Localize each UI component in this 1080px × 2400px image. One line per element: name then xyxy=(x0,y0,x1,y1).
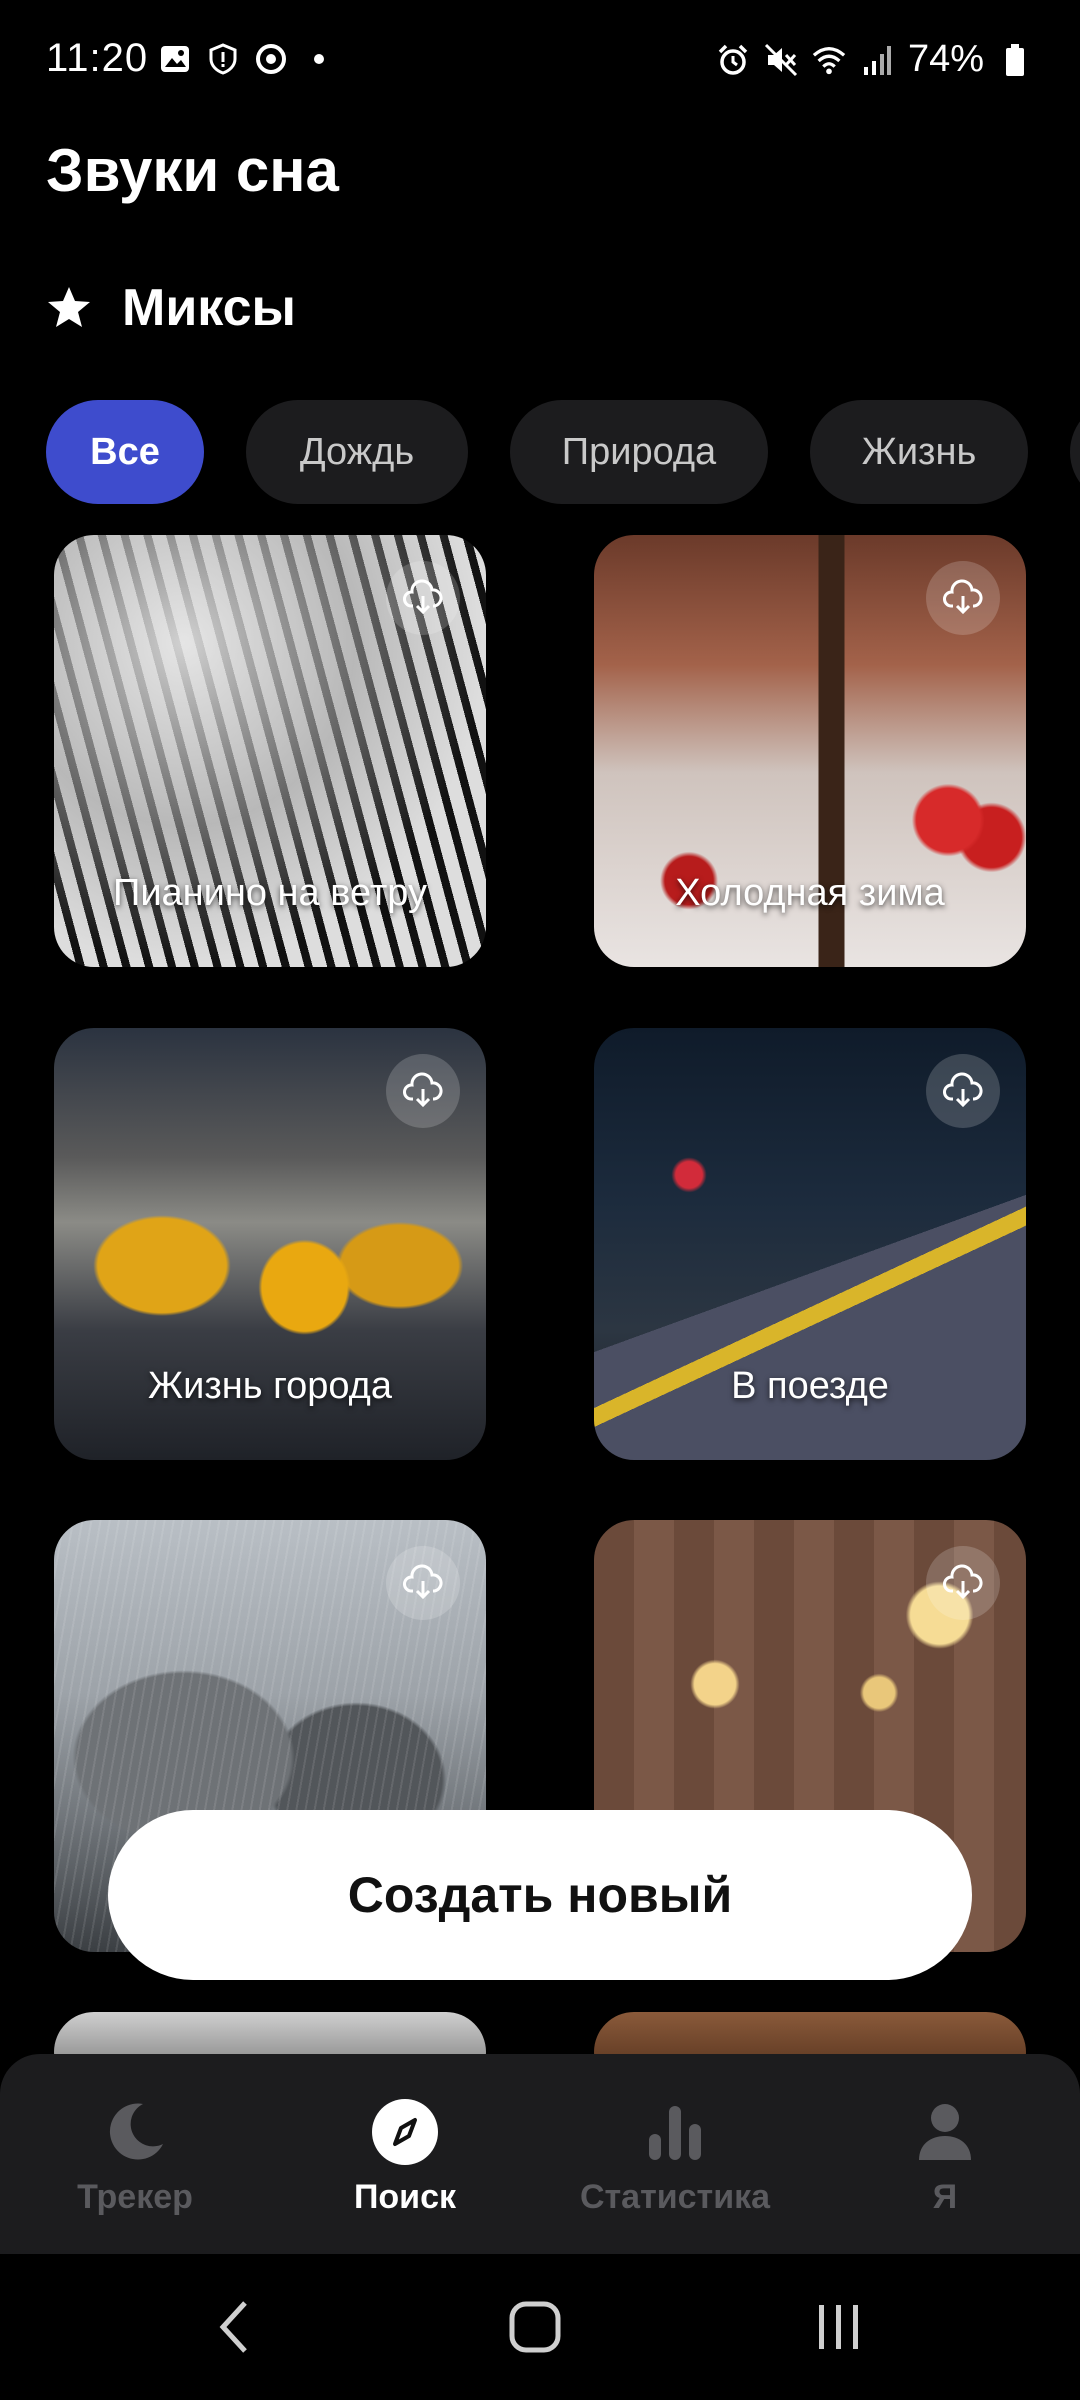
nav-label: Статистика xyxy=(579,2178,771,2216)
back-icon[interactable] xyxy=(202,2294,268,2360)
download-icon[interactable] xyxy=(386,561,460,635)
chip-all[interactable]: Все xyxy=(46,400,204,504)
nav-label: Поиск xyxy=(353,2178,457,2216)
star-icon xyxy=(46,285,92,331)
page-title: Звуки сна xyxy=(46,137,339,204)
battery-icon xyxy=(998,43,1032,77)
status-icons-right: 74% xyxy=(716,38,1032,81)
wifi-icon xyxy=(812,43,846,77)
download-icon[interactable] xyxy=(926,1054,1000,1128)
status-time: 11:20 xyxy=(46,36,149,80)
bar-chart-icon xyxy=(641,2098,709,2166)
nav-label: Я xyxy=(932,2178,958,2216)
mute-icon xyxy=(764,43,798,77)
card-label: Холодная зима xyxy=(675,872,945,914)
system-nav-bar xyxy=(0,2254,1080,2400)
signal-icon xyxy=(860,43,894,77)
nav-item-search[interactable]: Поиск xyxy=(270,2054,540,2254)
gallery-icon xyxy=(158,42,192,76)
mix-card-train[interactable]: В поезде xyxy=(594,1028,1026,1460)
mix-card-piano[interactable]: Пианино на ветру xyxy=(54,535,486,967)
alarm-icon xyxy=(716,43,750,77)
nav-item-tracker[interactable]: Трекер xyxy=(0,2054,270,2254)
download-icon[interactable] xyxy=(386,1546,460,1620)
chip-life[interactable]: Жизнь xyxy=(810,400,1028,504)
status-icons-left xyxy=(158,42,336,76)
compass-icon xyxy=(371,2098,439,2166)
home-icon[interactable] xyxy=(502,2294,568,2360)
download-icon[interactable] xyxy=(386,1054,460,1128)
battery-percent: 74% xyxy=(907,38,984,80)
recents-icon[interactable] xyxy=(806,2294,872,2360)
chrome-icon xyxy=(254,42,288,76)
card-label: Пианино на ветру xyxy=(113,872,427,914)
section-header: Миксы xyxy=(46,278,296,338)
nav-label: Трекер xyxy=(77,2178,193,2216)
chip-rain[interactable]: Дождь xyxy=(246,400,468,504)
nav-item-statistics[interactable]: Статистика xyxy=(540,2054,810,2254)
nav-item-me[interactable]: Я xyxy=(810,2054,1080,2254)
download-icon[interactable] xyxy=(926,561,1000,635)
card-label: В поезде xyxy=(731,1365,889,1407)
shield-icon xyxy=(206,42,240,76)
bottom-nav: Трекер Поиск Статистика Я xyxy=(0,2054,1080,2254)
moon-icon xyxy=(101,2098,169,2166)
mix-card-winter[interactable]: Холодная зима xyxy=(594,535,1026,967)
mix-card-city[interactable]: Жизнь города xyxy=(54,1028,486,1460)
dot-icon xyxy=(302,42,336,76)
chip-nature[interactable]: Природа xyxy=(510,400,768,504)
filter-chips: Все Дождь Природа Жизнь xyxy=(46,400,1080,504)
download-icon[interactable] xyxy=(926,1546,1000,1620)
section-title: Миксы xyxy=(122,279,296,337)
person-icon xyxy=(911,2098,979,2166)
chip-more[interactable] xyxy=(1070,400,1080,504)
create-new-button[interactable]: Создать новый xyxy=(108,1810,972,1980)
card-label: Жизнь города xyxy=(148,1365,392,1407)
status-bar: 11:20 74% xyxy=(0,0,1080,120)
